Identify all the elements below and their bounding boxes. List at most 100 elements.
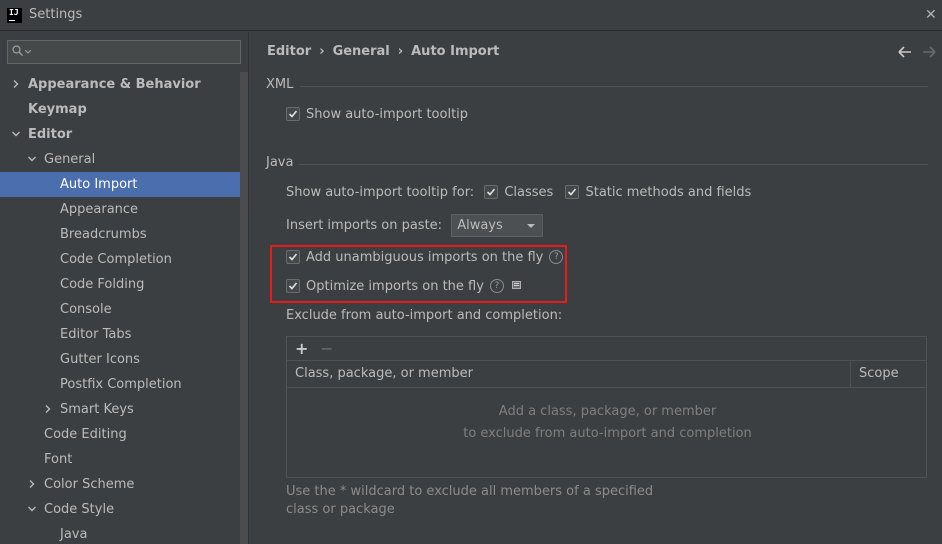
checkmark-icon bbox=[288, 281, 298, 290]
sidebar-item-code-completion[interactable]: Code Completion bbox=[0, 247, 248, 272]
exclude-table: + − Class, package, or member Scope Add … bbox=[286, 336, 927, 478]
insert-imports-row: Insert imports on paste: Always bbox=[286, 214, 544, 238]
breadcrumb: Editor › General › Auto Import bbox=[267, 44, 499, 59]
sidebar-item-label: Gutter Icons bbox=[60, 352, 140, 367]
sidebar-item-code-editing[interactable]: Code Editing bbox=[0, 422, 248, 447]
breadcrumb-item-general[interactable]: General bbox=[333, 44, 390, 59]
table-header: Class, package, or member Scope bbox=[287, 361, 926, 388]
sidebar-item-postfix-completion[interactable]: Postfix Completion bbox=[0, 372, 248, 397]
table-toolbar: + − bbox=[287, 337, 926, 361]
tooltip-for-row: Show auto-import tooltip for: Classes St… bbox=[286, 183, 751, 203]
checkmark-icon bbox=[568, 187, 577, 196]
title-bar: IJ Settings ✕ bbox=[0, 0, 942, 31]
sidebar-item-smart-keys[interactable]: Smart Keys bbox=[0, 397, 248, 422]
static-methods-label: Static methods and fields bbox=[585, 185, 752, 200]
checkmark-icon bbox=[288, 109, 298, 118]
sidebar-item-keymap[interactable]: Keymap bbox=[0, 97, 248, 122]
checkbox-label: Add unambiguous imports on the fly bbox=[306, 250, 544, 265]
arrow-left-icon[interactable] bbox=[897, 44, 913, 60]
breadcrumb-item-auto-import: Auto Import bbox=[411, 44, 500, 59]
search-input[interactable] bbox=[7, 40, 241, 64]
checkbox[interactable] bbox=[286, 278, 300, 293]
sidebar-item-label: Editor Tabs bbox=[60, 327, 132, 342]
checkbox-label: Optimize imports on the fly bbox=[306, 279, 484, 294]
sidebar-item-label: Appearance & Behavior bbox=[28, 77, 201, 92]
sidebar-item-breadcrumbs[interactable]: Breadcrumbs bbox=[0, 222, 248, 247]
divider bbox=[300, 86, 928, 87]
sidebar-item-appearance[interactable]: Appearance bbox=[0, 197, 248, 222]
sidebar-item-code-folding[interactable]: Code Folding bbox=[0, 272, 248, 297]
remove-icon: − bbox=[320, 339, 334, 358]
sidebar-scrollbar[interactable] bbox=[240, 72, 248, 544]
sidebar-item-editor-tabs[interactable]: Editor Tabs bbox=[0, 322, 248, 347]
sidebar-item-java[interactable]: Java bbox=[0, 522, 248, 544]
sidebar-item-general[interactable]: General bbox=[0, 147, 248, 172]
chevron-right-icon[interactable] bbox=[12, 80, 20, 88]
intellij-logo-icon: IJ bbox=[7, 8, 22, 23]
settings-scope-icon[interactable] bbox=[511, 280, 521, 289]
question-icon[interactable]: ? bbox=[549, 249, 564, 264]
close-icon[interactable]: ✕ bbox=[925, 7, 937, 23]
sidebar-item-auto-import[interactable]: Auto Import bbox=[0, 172, 248, 197]
add-unambiguous-checkbox[interactable]: Add unambiguous imports on the fly? bbox=[286, 248, 564, 268]
sidebar-item-label: Breadcrumbs bbox=[60, 227, 147, 242]
breadcrumb-separator: › bbox=[319, 44, 325, 59]
sidebar-item-label: Code Editing bbox=[44, 427, 127, 442]
insert-imports-label: Insert imports on paste: bbox=[286, 218, 443, 233]
checkbox[interactable] bbox=[286, 106, 300, 121]
settings-tree: Appearance & Behavior Keymap Editor General… bbox=[0, 72, 248, 544]
show-tooltip-xml-checkbox[interactable]: Show auto-import tooltip bbox=[286, 105, 468, 125]
optimize-imports-checkbox[interactable]: Optimize imports on the fly? bbox=[286, 277, 521, 297]
sidebar-item-label: Java bbox=[60, 527, 88, 542]
checkmark-icon bbox=[288, 252, 298, 261]
breadcrumb-item-editor[interactable]: Editor bbox=[267, 44, 311, 59]
xml-section-title: XML bbox=[266, 77, 294, 92]
chevron-right-icon[interactable] bbox=[44, 405, 52, 413]
sidebar-item-editor[interactable]: Editor bbox=[0, 122, 248, 147]
add-icon[interactable]: + bbox=[295, 339, 308, 358]
chevron-down-icon[interactable] bbox=[28, 155, 36, 163]
sidebar-item-label: Code Folding bbox=[60, 277, 145, 292]
checkbox[interactable] bbox=[286, 249, 300, 264]
search-icon bbox=[12, 45, 23, 56]
select-value: Always bbox=[457, 218, 503, 233]
chevron-down-icon bbox=[527, 224, 536, 228]
sidebar-item-appearance-behavior[interactable]: Appearance & Behavior bbox=[0, 72, 248, 97]
sidebar-item-font[interactable]: Font bbox=[0, 447, 248, 472]
sidebar-item-color-scheme[interactable]: Color Scheme bbox=[0, 472, 248, 497]
window-title: Settings bbox=[29, 7, 83, 22]
arrow-right-icon bbox=[923, 46, 936, 58]
sidebar-item-gutter-icons[interactable]: Gutter Icons bbox=[0, 347, 248, 372]
checkbox-label: Show auto-import tooltip bbox=[306, 107, 469, 122]
settings-sidebar: Appearance & Behavior Keymap Editor General… bbox=[0, 32, 248, 544]
sidebar-item-label: Auto Import bbox=[60, 177, 138, 192]
static-methods-checkbox[interactable] bbox=[565, 184, 580, 199]
question-icon[interactable]: ? bbox=[489, 278, 504, 293]
java-section-title: Java bbox=[266, 155, 294, 170]
chevron-down-icon[interactable] bbox=[28, 505, 36, 513]
breadcrumb-separator: › bbox=[397, 44, 404, 59]
sidebar-item-console[interactable]: Console bbox=[0, 297, 248, 322]
divider bbox=[298, 164, 928, 165]
column-header-scope[interactable]: Scope bbox=[850, 361, 927, 387]
chevron-down-icon[interactable] bbox=[12, 130, 20, 138]
empty-state-line2: to exclude from auto-import and completi… bbox=[463, 426, 752, 441]
insert-imports-select[interactable]: Always bbox=[451, 214, 544, 237]
classes-label: Classes bbox=[504, 185, 554, 200]
empty-state-line1: Add a class, package, or member bbox=[498, 404, 717, 419]
column-header-name[interactable]: Class, package, or member bbox=[295, 361, 473, 387]
checkmark-icon bbox=[487, 187, 496, 196]
sidebar-item-code-style[interactable]: Code Style bbox=[0, 497, 248, 522]
sidebar-item-label: Console bbox=[60, 302, 112, 317]
classes-checkbox[interactable] bbox=[484, 184, 499, 199]
sidebar-item-label: Code Completion bbox=[60, 252, 172, 267]
sidebar-item-label: Color Scheme bbox=[44, 477, 135, 492]
sidebar-item-label: Keymap bbox=[28, 102, 87, 117]
sidebar-item-label: General bbox=[44, 152, 96, 167]
chevron-right-icon[interactable] bbox=[28, 480, 36, 488]
sidebar-item-label: Font bbox=[44, 452, 73, 467]
sidebar-item-label: Smart Keys bbox=[60, 402, 134, 417]
exclude-label: Exclude from auto-import and completion: bbox=[286, 308, 563, 323]
sidebar-item-label: Editor bbox=[28, 127, 73, 142]
search-options-chevron-icon bbox=[25, 50, 31, 54]
